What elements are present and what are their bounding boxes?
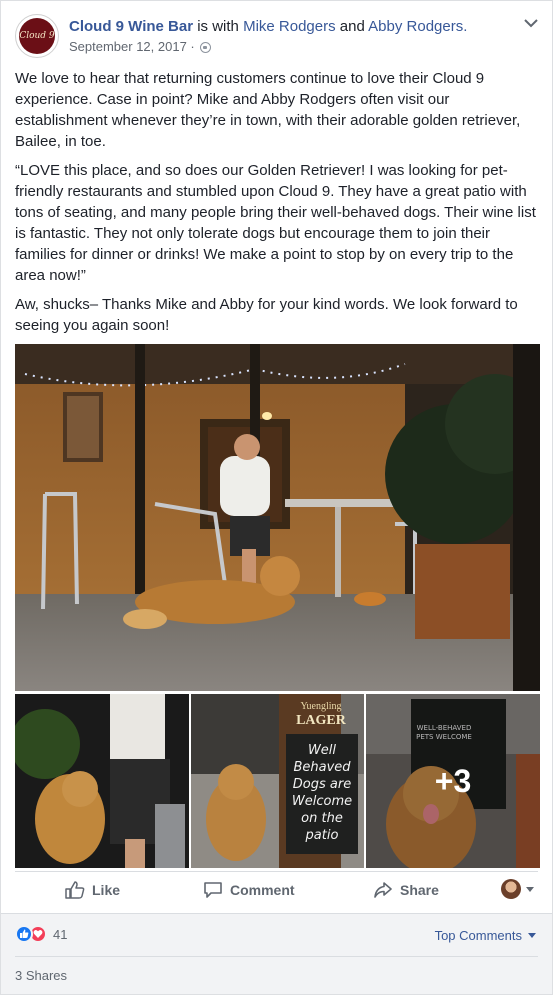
top-comments-label: Top Comments (434, 928, 522, 943)
divider (1, 913, 552, 914)
chalkboard-text: Well Behaved Dogs are Welcome on the pat… (291, 743, 353, 843)
photo-thumbnail[interactable] (15, 694, 189, 868)
chevron-down-icon (528, 933, 536, 938)
post-paragraph: “LOVE this place, and so does our Golden… (15, 162, 536, 284)
action-bar: Like Comment Share (15, 875, 538, 907)
is-with-text: is with (197, 18, 239, 35)
and-text: and (339, 18, 365, 35)
like-reaction-icon (15, 925, 33, 943)
chevron-down-icon[interactable] (524, 18, 538, 28)
post-date[interactable]: September 12, 2017 · (69, 39, 195, 55)
reaction-count: 41 (53, 926, 68, 942)
top-comments-dropdown[interactable]: Top Comments (435, 928, 536, 943)
post-card: Cloud 9 Cloud 9 Wine Bar is with Mike Ro… (0, 0, 553, 995)
photo-thumbnail[interactable]: Yuengling LAGER Well Behaved Dogs are We… (191, 694, 364, 868)
like-button[interactable]: Like (65, 881, 120, 899)
comment-icon (204, 882, 222, 898)
comment-button[interactable]: Comment (203, 881, 295, 899)
thumbs-up-icon (65, 881, 85, 899)
reactions-summary[interactable]: 41 (15, 925, 67, 943)
share-label: Share (400, 882, 439, 898)
post-headline: Cloud 9 Wine Bar is with Mike Rodgers an… (69, 17, 467, 36)
chevron-down-icon (526, 886, 534, 892)
globe-icon (199, 41, 211, 53)
tagged-user-link[interactable]: Mike Rodgers (243, 18, 336, 35)
divider (15, 956, 538, 957)
post-body: We love to hear that returning customers… (15, 68, 540, 344)
post-meta: September 12, 2017 · (69, 39, 211, 55)
sign-lager: LAGER (296, 713, 347, 728)
avatar (501, 879, 521, 899)
divider (15, 871, 538, 872)
share-button[interactable]: Share (373, 881, 439, 899)
comment-label: Comment (230, 882, 295, 898)
post-footer (1, 913, 552, 994)
post-header: Cloud 9 Cloud 9 Wine Bar is with Mike Ro… (15, 14, 538, 58)
tagged-user-link[interactable]: Abby Rodgers. (368, 18, 467, 35)
like-label: Like (92, 882, 121, 898)
post-as-selector[interactable] (501, 879, 534, 899)
page-logo: Cloud 9 (19, 18, 55, 54)
photo-thumbnail[interactable]: WELL-BEHAVED PETS WELCOME +3 (366, 694, 540, 868)
more-photos-overlay[interactable]: +3 (366, 694, 540, 868)
shares-count[interactable]: 3 Shares (15, 968, 67, 983)
share-icon (374, 882, 392, 898)
sign-lager-top: Yuengling (300, 701, 341, 712)
page-name-link[interactable]: Cloud 9 Wine Bar (69, 18, 193, 35)
post-paragraph: We love to hear that returning customers… (15, 70, 521, 150)
main-photo[interactable] (15, 344, 540, 691)
post-paragraph: Aw, shucks– Thanks Mike and Abby for you… (15, 296, 518, 334)
page-avatar[interactable]: Cloud 9 (15, 14, 59, 58)
